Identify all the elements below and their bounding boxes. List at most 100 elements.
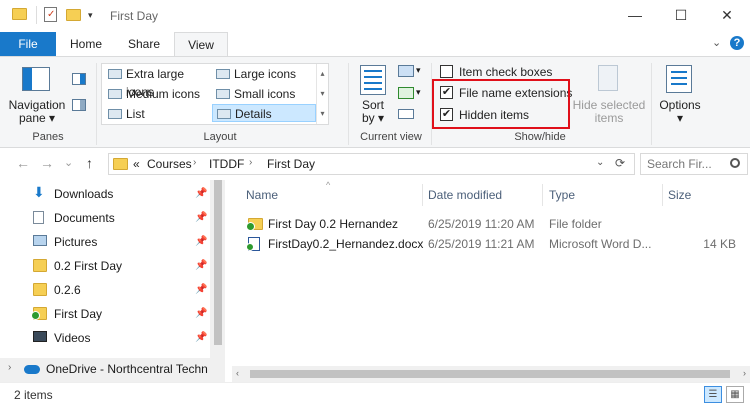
pin-icon[interactable]: 📌: [195, 255, 207, 277]
folder-icon: [33, 259, 47, 272]
column-header-size[interactable]: Size: [668, 188, 691, 202]
maximize-button[interactable]: ☐: [658, 0, 704, 30]
large-icons-option[interactable]: Large icons: [212, 65, 312, 83]
nav-item-pictures[interactable]: Pictures 📌: [33, 231, 213, 253]
file-date-modified: 6/25/2019 11:20 AM: [428, 217, 535, 231]
layout-gallery: Extra large icons Large icons Medium ico…: [101, 63, 329, 125]
extra-large-icons-icon: [108, 69, 122, 79]
navigation-pane-scrollbar[interactable]: [210, 180, 225, 382]
tab-file[interactable]: File: [0, 32, 56, 56]
synced-folder-icon: [31, 307, 47, 320]
layout-gallery-scroll[interactable]: ▴ ▾ ▾: [316, 64, 328, 124]
medium-icons-option[interactable]: Medium icons: [104, 85, 210, 103]
add-columns-icon[interactable]: [398, 87, 414, 99]
scroll-right-icon[interactable]: ›: [743, 368, 746, 378]
file-list-horizontal-scrollbar[interactable]: ‹ ›: [232, 366, 750, 382]
folder-icon: [12, 8, 27, 20]
nav-item-onedrive-row[interactable]: › OneDrive - Northcentral Techn: [0, 358, 210, 382]
nav-item-videos[interactable]: Videos 📌: [33, 327, 213, 349]
properties-icon[interactable]: ✓: [44, 7, 57, 22]
navigation-pane-icon[interactable]: [22, 67, 50, 91]
expand-chevron-icon[interactable]: ›: [8, 362, 11, 373]
column-divider[interactable]: [542, 184, 543, 206]
back-button[interactable]: ←: [16, 155, 30, 171]
breadcrumb-overflow[interactable]: «: [133, 157, 140, 171]
group-by-icon[interactable]: [398, 65, 414, 77]
large-icons-view-icon[interactable]: ▦: [726, 386, 744, 403]
synced-folder-icon: [246, 218, 263, 231]
current-view-group-label: Current view: [360, 131, 422, 143]
title-bar: ✓ ▾ First Day — ☐ ✕: [0, 0, 750, 32]
options-button[interactable]: Options ▾: [652, 99, 708, 125]
recent-locations-dropdown[interactable]: ⌄: [64, 156, 73, 169]
small-icons-icon: [216, 89, 230, 99]
file-name: First Day 0.2 Hernandez: [268, 217, 399, 231]
details-view-icon[interactable]: ☰: [704, 386, 722, 403]
pin-icon[interactable]: 📌: [195, 183, 207, 205]
minimize-button[interactable]: —: [612, 0, 658, 30]
details-pane-icon[interactable]: [72, 99, 86, 111]
folder-icon: [113, 158, 128, 170]
sort-by-icon[interactable]: [360, 65, 386, 95]
collapse-ribbon-icon[interactable]: ⌄: [712, 36, 721, 49]
pin-icon[interactable]: 📌: [195, 279, 207, 301]
preview-pane-icon[interactable]: [72, 73, 86, 85]
nav-item-first-day[interactable]: First Day 📌: [31, 303, 213, 325]
options-icon[interactable]: [666, 65, 692, 93]
extra-large-icons-option[interactable]: Extra large icons: [104, 65, 210, 99]
add-columns-dropdown-icon[interactable]: ▾: [416, 87, 421, 98]
table-row[interactable]: FirstDay0.2_Hernandez.docx 6/25/2019 11:…: [226, 234, 750, 254]
pin-icon[interactable]: 📌: [195, 207, 207, 229]
table-row[interactable]: First Day 0.2 Hernandez 6/25/2019 11:20 …: [226, 214, 750, 234]
navigation-pane-button[interactable]: Navigation pane ▾: [6, 99, 68, 125]
pin-icon[interactable]: 📌: [195, 327, 207, 349]
breadcrumb-first-day[interactable]: First Day: [267, 157, 315, 171]
group-by-dropdown-icon[interactable]: ▾: [416, 65, 421, 76]
quick-access-dropdown-icon[interactable]: ▾: [88, 10, 93, 21]
videos-icon: [33, 331, 47, 342]
column-header-type[interactable]: Type: [549, 188, 575, 202]
column-divider[interactable]: [662, 184, 663, 206]
address-bar[interactable]: « Courses › ITDDF › First Day ⌄ ⟳: [108, 153, 635, 175]
file-list: ^ Name Date modified Type Size First Day…: [226, 180, 750, 382]
new-folder-icon[interactable]: [66, 9, 81, 21]
address-dropdown-icon[interactable]: ⌄: [596, 157, 604, 168]
breadcrumb-separator-icon[interactable]: ›: [249, 157, 252, 168]
pin-icon[interactable]: 📌: [195, 231, 207, 253]
tab-home[interactable]: Home: [60, 32, 112, 56]
file-list-scroll-thumb[interactable]: [250, 370, 730, 378]
tab-view[interactable]: View: [174, 32, 228, 57]
size-columns-icon[interactable]: [398, 109, 414, 119]
nav-item-0-2-first-day[interactable]: 0.2 First Day 📌: [33, 255, 213, 277]
nav-item-documents[interactable]: Documents 📌: [33, 207, 213, 229]
hide-selected-items-button[interactable]: Hide selected items: [572, 99, 646, 125]
onedrive-cloud-icon: [24, 365, 40, 374]
navigation-pane-scroll-thumb[interactable]: [214, 180, 222, 345]
list-option[interactable]: List: [104, 105, 210, 123]
breadcrumb-courses[interactable]: Courses: [147, 157, 192, 171]
help-icon[interactable]: ?: [730, 36, 744, 50]
refresh-icon[interactable]: ⟳: [615, 156, 625, 170]
scroll-left-icon[interactable]: ‹: [236, 368, 239, 378]
details-option[interactable]: Details: [212, 104, 316, 122]
tab-share[interactable]: Share: [116, 32, 172, 56]
nav-item-0-2-6[interactable]: 0.2.6 📌: [33, 279, 213, 301]
forward-button[interactable]: →: [40, 155, 54, 171]
ribbon-divider: [348, 63, 349, 145]
word-document-icon: [246, 237, 260, 251]
breadcrumb-itddf[interactable]: ITDDF: [209, 157, 244, 171]
column-header-date-modified[interactable]: Date modified: [428, 188, 502, 202]
nav-item-downloads[interactable]: ⬇ Downloads 📌: [33, 183, 213, 205]
ribbon-divider: [96, 63, 97, 145]
column-divider[interactable]: [422, 184, 423, 206]
sort-by-button[interactable]: Sort by ▾: [354, 99, 392, 125]
close-button[interactable]: ✕: [704, 0, 750, 30]
breadcrumb-separator-icon[interactable]: ›: [193, 157, 196, 168]
small-icons-option[interactable]: Small icons: [212, 85, 312, 103]
up-button[interactable]: ↑: [86, 155, 93, 171]
sort-by-label-2: by ▾: [361, 111, 385, 125]
pin-icon[interactable]: 📌: [195, 303, 207, 325]
item-check-boxes-box[interactable]: [440, 65, 453, 78]
hide-selected-items-icon[interactable]: [598, 65, 618, 91]
column-header-name[interactable]: Name: [246, 188, 278, 202]
